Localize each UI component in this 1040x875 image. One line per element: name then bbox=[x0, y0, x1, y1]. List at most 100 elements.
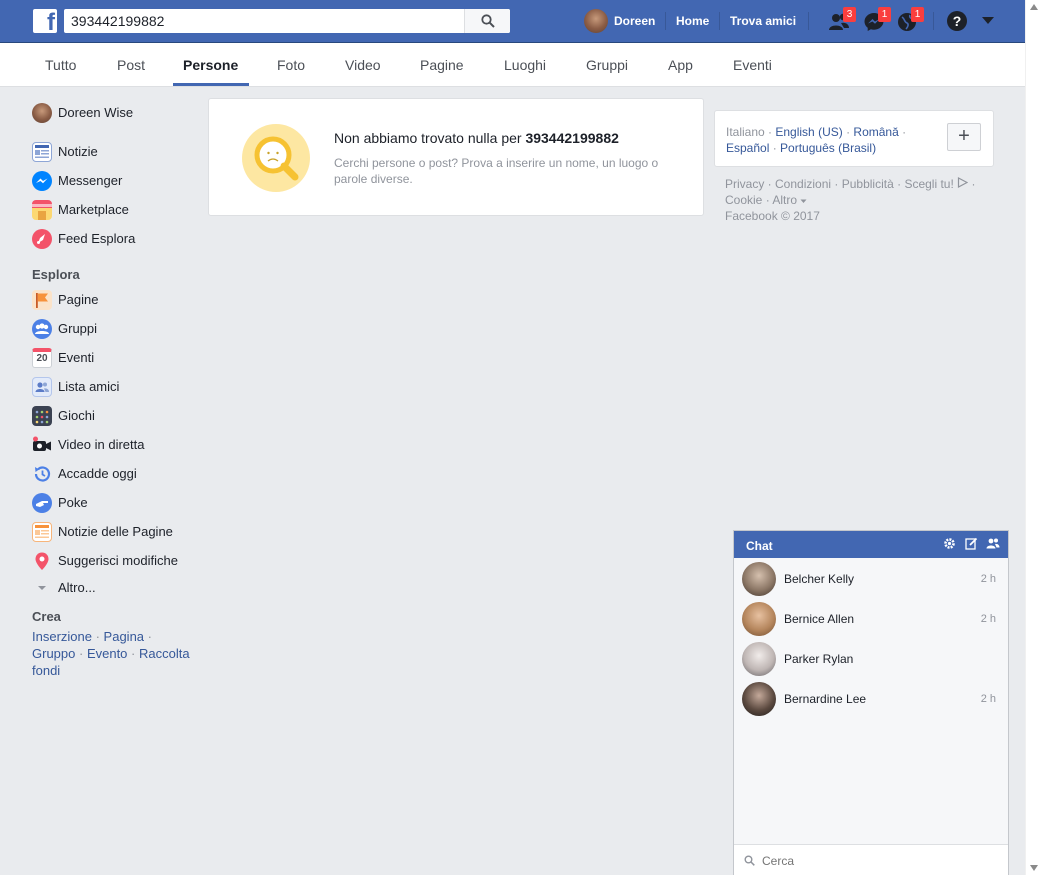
messages-button[interactable]: 1 bbox=[863, 7, 891, 33]
sidebar-item-label: Poke bbox=[58, 495, 88, 510]
sidebar-item-events[interactable]: 20 Eventi bbox=[32, 347, 202, 369]
chat-header[interactable]: Chat bbox=[734, 531, 1008, 558]
chat-search-input[interactable] bbox=[762, 851, 992, 871]
sidebar-item-explore-feed[interactable]: Feed Esplora bbox=[32, 228, 202, 250]
search-icon bbox=[744, 855, 755, 866]
language-option[interactable]: Español bbox=[726, 141, 769, 155]
logo-glyph: f bbox=[47, 9, 55, 33]
account-menu-caret-icon[interactable] bbox=[982, 17, 994, 24]
more-footer-link[interactable]: Altro bbox=[772, 193, 797, 207]
on-this-day-icon bbox=[32, 464, 52, 484]
top-navigation-bar: f Doreen Home Trova amici 3 1 1 ? bbox=[0, 0, 1025, 43]
live-video-icon bbox=[32, 435, 52, 455]
contact-name: Belcher Kelly bbox=[784, 572, 855, 586]
profile-name: Doreen bbox=[614, 14, 656, 28]
notifications-button[interactable]: 1 bbox=[896, 7, 924, 33]
avatar bbox=[742, 602, 776, 636]
page-scrollbar[interactable] bbox=[1025, 0, 1040, 875]
contact-last-active: 2 h bbox=[980, 693, 996, 705]
no-results-card: Non abbiamo trovato nulla per 3934421998… bbox=[208, 98, 704, 216]
scroll-up-arrow-icon[interactable] bbox=[1030, 4, 1038, 10]
friend-list-icon bbox=[32, 377, 52, 397]
new-group-icon[interactable] bbox=[986, 537, 1000, 551]
gear-icon[interactable] bbox=[942, 537, 956, 551]
sidebar-item-pages[interactable]: Pagine bbox=[32, 289, 202, 311]
no-results-title: Non abbiamo trovato nulla per 3934421998… bbox=[334, 130, 619, 146]
search-input[interactable] bbox=[64, 9, 464, 33]
language-option[interactable]: English (US) bbox=[775, 125, 842, 139]
search-icon bbox=[481, 14, 495, 28]
create-group-link[interactable]: Gruppo bbox=[32, 646, 75, 661]
sidebar-item-friend-list[interactable]: Lista amici bbox=[32, 376, 202, 398]
sidebar-item-games[interactable]: Giochi bbox=[32, 405, 202, 427]
news-feed-icon bbox=[32, 142, 52, 162]
create-page-link[interactable]: Pagina bbox=[104, 629, 144, 644]
sidebar-item-messenger[interactable]: Messenger bbox=[32, 170, 202, 192]
sidebar-item-label: Feed Esplora bbox=[58, 231, 136, 246]
terms-link[interactable]: Condizioni bbox=[775, 177, 831, 191]
contact-last-active: 2 h bbox=[980, 573, 996, 585]
help-icon[interactable]: ? bbox=[947, 11, 967, 31]
friend-requests-button[interactable]: 3 bbox=[828, 7, 856, 33]
search-box bbox=[64, 9, 510, 33]
active-tab-indicator bbox=[173, 83, 249, 86]
sidebar-item-pages-feed[interactable]: Notizie delle Pagine bbox=[32, 521, 202, 543]
chat-contact[interactable]: Bernice Allen 2 h bbox=[734, 599, 1008, 639]
find-friends-link[interactable]: Trova amici bbox=[730, 14, 796, 28]
create-heading: Crea bbox=[32, 609, 61, 624]
sidebar-item-label: Suggerisci modifiche bbox=[58, 553, 178, 568]
sidebar-more-link[interactable]: Altro... bbox=[32, 577, 202, 599]
tab-pages[interactable]: Pagine bbox=[420, 57, 464, 73]
chat-contact[interactable]: Bernardine Lee 2 h bbox=[734, 679, 1008, 719]
sidebar-item-live-video[interactable]: Video in diretta bbox=[32, 434, 202, 456]
sidebar-profile-name: Doreen Wise bbox=[58, 105, 134, 120]
sidebar-item-news-feed[interactable]: Notizie bbox=[32, 141, 202, 163]
ad-choices-link[interactable]: Scegli tu! bbox=[904, 177, 953, 191]
sidebar-item-label: Lista amici bbox=[58, 379, 120, 394]
scroll-down-arrow-icon[interactable] bbox=[1030, 865, 1038, 871]
create-ad-link[interactable]: Inserzione bbox=[32, 629, 92, 644]
language-selector: Italiano · English (US) · Română · Españ… bbox=[714, 110, 994, 167]
sidebar-item-suggest-edits[interactable]: Suggerisci modifiche bbox=[32, 550, 202, 572]
tab-places[interactable]: Luoghi bbox=[504, 57, 546, 73]
compose-icon[interactable] bbox=[964, 537, 978, 551]
avatar bbox=[742, 642, 776, 676]
messages-badge: 1 bbox=[878, 7, 891, 22]
privacy-link[interactable]: Privacy bbox=[725, 177, 764, 191]
cookies-link[interactable]: Cookie bbox=[725, 193, 762, 207]
sidebar-item-marketplace[interactable]: Marketplace bbox=[32, 199, 202, 221]
facebook-logo[interactable]: f bbox=[33, 9, 57, 33]
chat-contact[interactable]: Belcher Kelly 2 h bbox=[734, 559, 1008, 599]
sidebar-item-label: Accadde oggi bbox=[58, 466, 137, 481]
tab-all[interactable]: Tutto bbox=[45, 57, 76, 73]
advertising-link[interactable]: Pubblicità bbox=[842, 177, 894, 191]
sidebar-item-on-this-day[interactable]: Accadde oggi bbox=[32, 463, 202, 485]
contact-last-active: 2 h bbox=[980, 613, 996, 625]
ad-choices-icon bbox=[958, 177, 969, 188]
tab-groups[interactable]: Gruppi bbox=[586, 57, 628, 73]
create-event-link[interactable]: Evento bbox=[87, 646, 127, 661]
marketplace-icon bbox=[32, 200, 52, 220]
chat-contact[interactable]: Parker Rylan bbox=[734, 639, 1008, 679]
sidebar-item-poke[interactable]: Poke bbox=[32, 492, 202, 514]
tab-videos[interactable]: Video bbox=[345, 57, 381, 73]
tab-apps[interactable]: App bbox=[668, 57, 693, 73]
tab-photos[interactable]: Foto bbox=[277, 57, 305, 73]
search-button[interactable] bbox=[464, 9, 510, 33]
home-link[interactable]: Home bbox=[676, 14, 709, 28]
tab-posts[interactable]: Post bbox=[117, 57, 145, 73]
add-language-button[interactable]: + bbox=[947, 123, 981, 151]
tab-events[interactable]: Eventi bbox=[733, 57, 772, 73]
map-pin-icon bbox=[32, 551, 52, 571]
language-option[interactable]: Português (Brasil) bbox=[780, 141, 876, 155]
sidebar-profile[interactable]: Doreen Wise bbox=[32, 102, 202, 124]
language-option[interactable]: Română bbox=[853, 125, 898, 139]
tab-people[interactable]: Persone bbox=[183, 57, 238, 73]
nav-divider bbox=[808, 12, 809, 30]
chat-search-bar bbox=[734, 844, 1008, 875]
sidebar-item-groups[interactable]: Gruppi bbox=[32, 318, 202, 340]
copyright: Facebook © 2017 bbox=[725, 209, 820, 223]
nav-divider bbox=[719, 12, 720, 30]
more-label: Altro... bbox=[58, 580, 96, 595]
sidebar-item-label: Giochi bbox=[58, 408, 95, 423]
